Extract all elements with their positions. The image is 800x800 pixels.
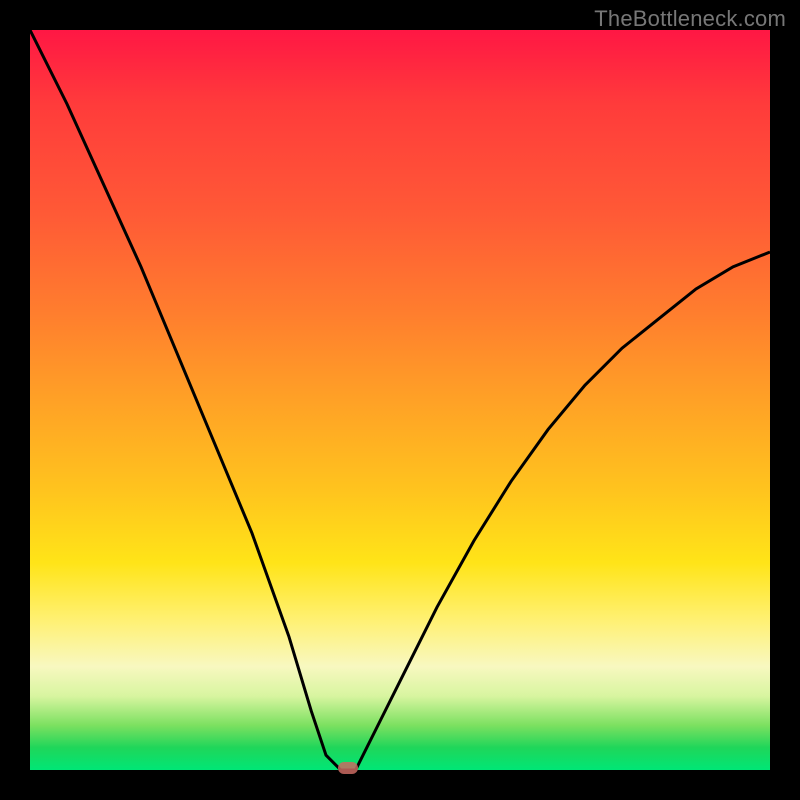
optimal-point-marker xyxy=(338,762,358,774)
bottleneck-curve xyxy=(30,30,770,770)
curve-path xyxy=(30,30,770,770)
watermark-text: TheBottleneck.com xyxy=(594,6,786,32)
chart-frame: TheBottleneck.com xyxy=(0,0,800,800)
chart-plot-area xyxy=(30,30,770,770)
